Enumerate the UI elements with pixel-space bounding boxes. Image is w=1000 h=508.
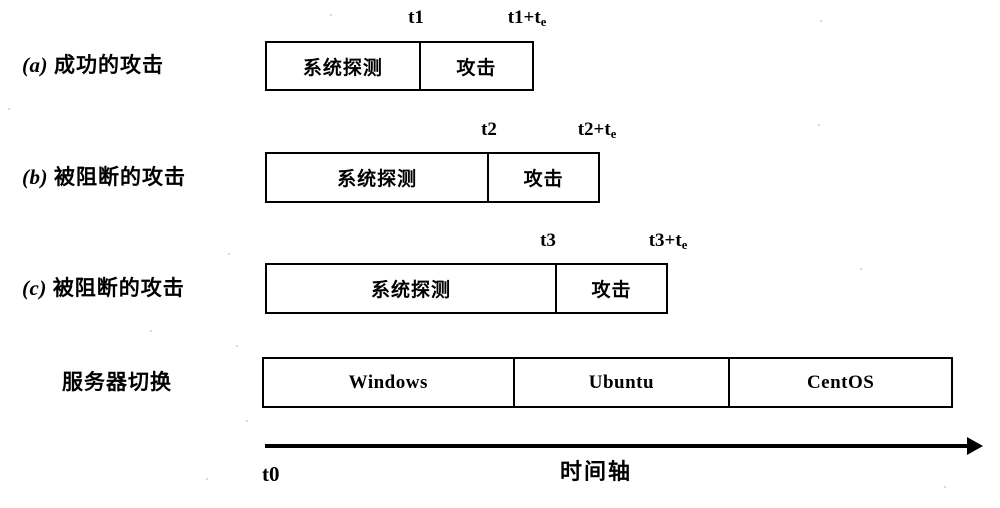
timeline-title: 时间轴 bbox=[559, 460, 633, 485]
scan-speck bbox=[820, 20, 822, 22]
time-marker-t3: t3 bbox=[540, 231, 556, 250]
row-label-a: (a) 成功的攻击 bbox=[22, 55, 164, 76]
row-tag-b: (b) bbox=[22, 165, 48, 189]
timeline-arrowhead-icon bbox=[967, 437, 983, 455]
time-marker-t1-end: t1+te bbox=[507, 7, 547, 30]
time-marker-t2-end-sub: e bbox=[610, 127, 617, 142]
scan-speck bbox=[8, 108, 10, 110]
time-marker-t3-end: t3+te bbox=[648, 230, 688, 253]
scan-speck bbox=[330, 14, 332, 16]
time-marker-t3-end-sub: e bbox=[681, 238, 688, 253]
segment-attack-c: 攻击 bbox=[555, 265, 666, 312]
row-name-c: 被阻断的攻击 bbox=[52, 276, 185, 300]
time-marker-t2: t2 bbox=[481, 120, 497, 139]
segment-ubuntu: Ubuntu bbox=[512, 359, 729, 406]
segment-probe-b: 系统探测 bbox=[337, 168, 418, 190]
segment-windows: Windows bbox=[348, 371, 428, 393]
time-marker-t3-end-text: t3+t bbox=[648, 230, 682, 251]
scan-speck bbox=[818, 124, 820, 126]
time-marker-t3-text: t3 bbox=[540, 230, 556, 251]
time-marker-t1-end-sub: e bbox=[540, 15, 547, 30]
figure-canvas: (a) 成功的攻击 t1 t1+te 系统探测 攻击 (b) 被阻断的攻击 t2 t… bbox=[0, 0, 1000, 508]
time-marker-t2-end-text: t2+t bbox=[577, 119, 611, 140]
scan-speck bbox=[246, 420, 248, 422]
row-label-b: (b) 被阻断的攻击 bbox=[22, 167, 186, 188]
server-switch-bar: Windows Ubuntu CentOS bbox=[262, 357, 953, 408]
timeline-axis-line bbox=[265, 444, 969, 448]
attack-bar-c: 系统探测 攻击 bbox=[265, 263, 668, 314]
row-name-b: 被阻断的攻击 bbox=[54, 165, 186, 189]
segment-attack-b: 攻击 bbox=[487, 154, 598, 201]
scan-speck bbox=[860, 268, 862, 270]
attack-bar-a: 系统探测 攻击 bbox=[265, 41, 534, 91]
scan-speck bbox=[206, 478, 208, 480]
row-tag-a: (a) bbox=[22, 53, 48, 77]
row-label-c: (c) 被阻断的攻击 bbox=[22, 278, 185, 299]
timeline-origin-label: t0 bbox=[262, 462, 280, 486]
attack-bar-b: 系统探测 攻击 bbox=[265, 152, 600, 203]
row-label-server-switch: 服务器切换 bbox=[62, 372, 172, 393]
segment-centos: CentOS bbox=[728, 359, 951, 406]
scan-speck bbox=[150, 330, 152, 332]
time-marker-t2-end: t2+te bbox=[577, 119, 617, 142]
time-marker-t1-text: t1 bbox=[408, 7, 424, 28]
time-marker-t1-end-text: t1+t bbox=[507, 7, 541, 28]
segment-probe-c: 系统探测 bbox=[371, 279, 452, 301]
time-marker-t2-text: t2 bbox=[481, 119, 497, 140]
row-name-a: 成功的攻击 bbox=[54, 53, 164, 77]
scan-speck bbox=[228, 253, 230, 255]
scan-speck bbox=[236, 345, 238, 347]
segment-probe-a: 系统探测 bbox=[302, 56, 383, 79]
segment-attack-a: 攻击 bbox=[418, 43, 532, 89]
row-name-server-switch: 服务器切换 bbox=[62, 370, 172, 394]
scan-speck bbox=[944, 486, 946, 488]
time-marker-t1: t1 bbox=[408, 8, 424, 27]
row-tag-c: (c) bbox=[22, 276, 47, 300]
